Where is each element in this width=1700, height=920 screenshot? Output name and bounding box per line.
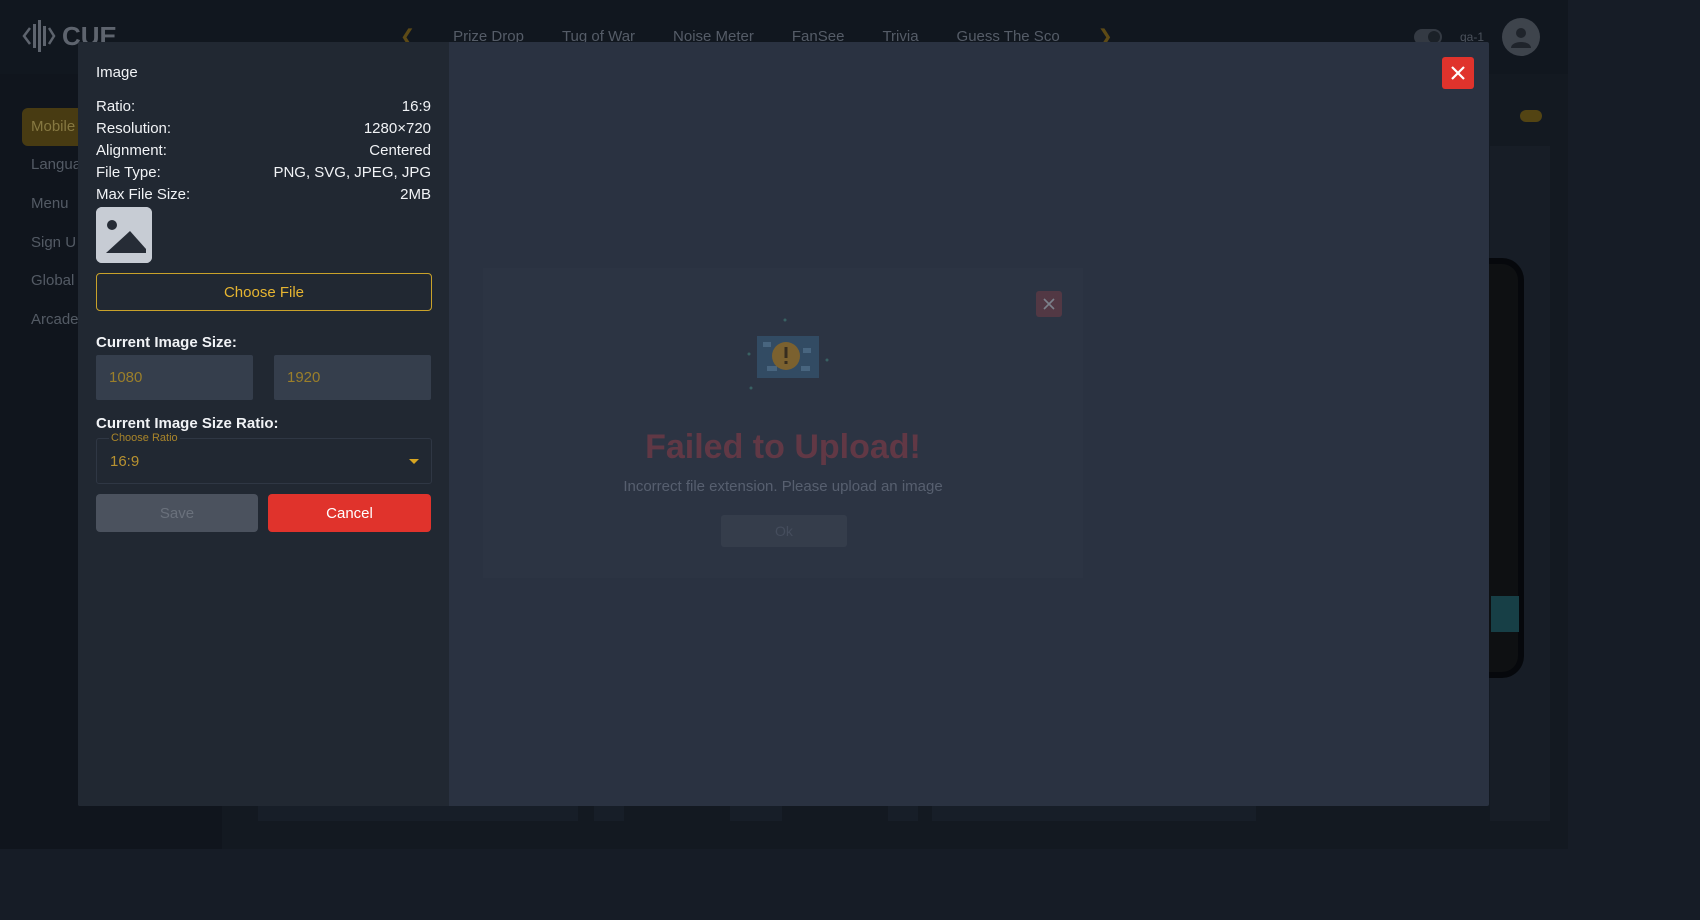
image-width-input[interactable]: 1920 [274, 355, 431, 400]
ratio-select[interactable]: Choose Ratio 16:9 [96, 432, 432, 484]
spec-label: Max File Size: [96, 185, 191, 203]
error-ok-button[interactable]: Ok [721, 515, 847, 547]
image-settings-pane: Image Ratio: 16:9 Resolution: 1280×720 A… [78, 42, 449, 806]
spec-label: Alignment: [96, 141, 167, 159]
close-icon [1043, 298, 1055, 310]
spec-file-type: File Type: PNG, SVG, JPEG, JPG [96, 161, 431, 183]
image-height-input[interactable]: 1080 [96, 355, 253, 400]
ratio-select-legend: Choose Ratio [109, 432, 180, 444]
image-placeholder-thumbnail [96, 207, 152, 263]
spec-alignment: Alignment: Centered [96, 139, 431, 161]
spec-resolution: Resolution: 1280×720 [96, 117, 431, 139]
image-ratio-label: Current Image Size Ratio: [96, 415, 279, 432]
image-icon [96, 207, 152, 263]
image-upload-modal: Image Ratio: 16:9 Resolution: 1280×720 A… [78, 42, 1489, 806]
spec-max-file-size: Max File Size: 2MB [96, 183, 431, 205]
cancel-button[interactable]: Cancel [268, 494, 431, 532]
spec-label: Resolution: [96, 119, 172, 137]
upload-error-dialog: Failed to Upload! Incorrect file extensi… [483, 268, 1083, 578]
save-button[interactable]: Save [96, 494, 258, 532]
warning-icon [747, 318, 829, 390]
spec-value: 16:9 [401, 97, 431, 115]
spec-value: 1280×720 [363, 119, 431, 137]
spec-value: PNG, SVG, JPEG, JPG [273, 163, 431, 181]
spec-label: Ratio: [96, 97, 136, 115]
close-icon [1451, 66, 1465, 80]
spec-value: Centered [369, 141, 431, 159]
image-size-inputs: 1080 1920 [96, 355, 431, 400]
modal-actions: Save Cancel [96, 494, 431, 532]
error-message: Incorrect file extension. Please upload … [623, 478, 943, 495]
modal-title: Image [96, 64, 138, 81]
modal-close-button[interactable] [1442, 57, 1474, 89]
error-title: Failed to Upload! [645, 428, 921, 466]
caret-down-icon [409, 459, 419, 464]
current-image-size-label: Current Image Size: [96, 334, 237, 351]
spec-ratio: Ratio: 16:9 [96, 95, 431, 117]
ratio-select-value: 16:9 [110, 453, 140, 470]
spec-label: File Type: [96, 163, 161, 181]
choose-file-button[interactable]: Choose File [96, 273, 432, 311]
spec-value: 2MB [400, 185, 431, 203]
error-dialog-close-button[interactable] [1036, 291, 1062, 317]
